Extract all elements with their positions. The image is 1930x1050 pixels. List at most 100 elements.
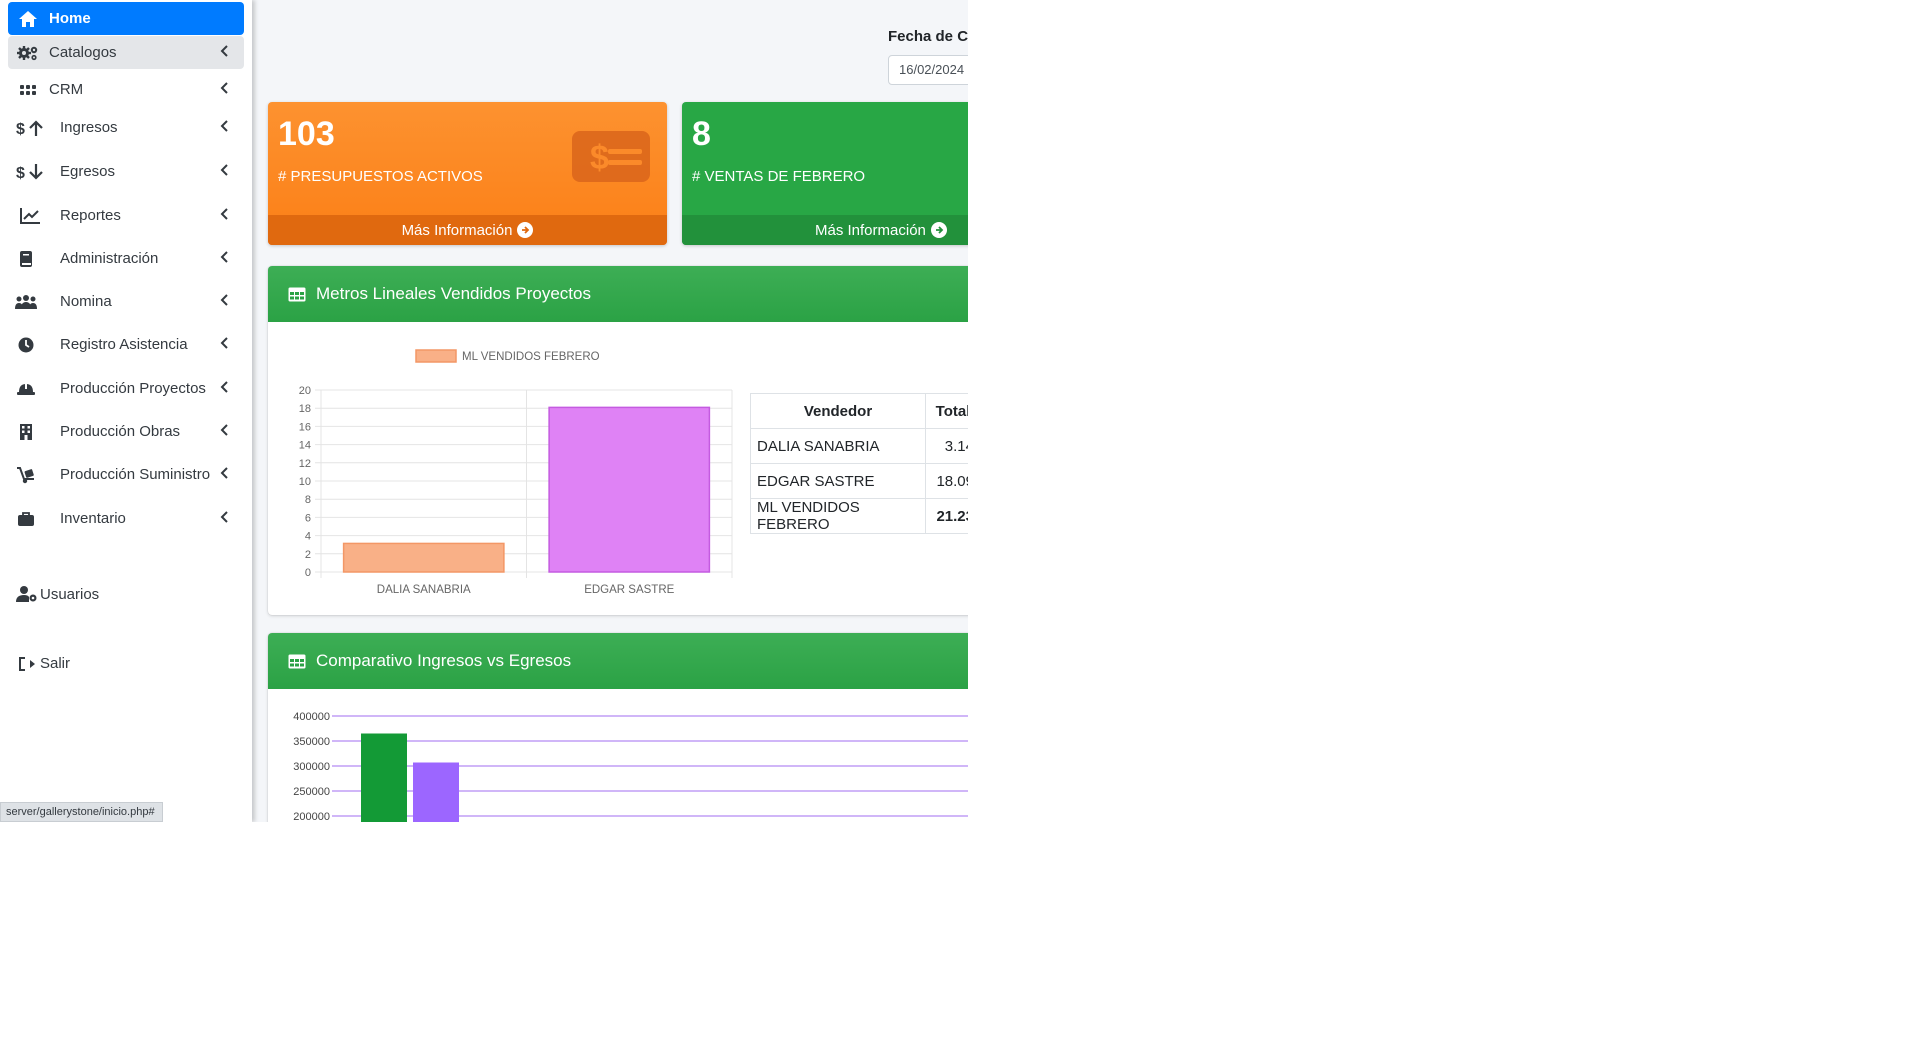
vendor-cell: DALIA SANABRIA — [750, 428, 926, 464]
vendor-cell: EDGAR SASTRE — [750, 463, 926, 499]
money-bill-icon: $ — [572, 131, 650, 182]
status-url: server/gallerystone/inicio.php# — [0, 802, 163, 822]
clock-icon — [14, 335, 38, 355]
ingresos-egresos-chart: 200000 250000 300000 350000 400000 — [293, 711, 968, 822]
ml-vendidos-chart: 0 2 4 6 8 10 12 14 16 18 20 DALIA SANABRIA EDGAR SAS… — [299, 349, 733, 596]
y-tick-label: 350000 — [293, 736, 330, 748]
box-number: 103 — [278, 115, 335, 153]
chevron-left-icon — [220, 82, 228, 94]
ventas-table: Vendedor Total DALIA SANABRIA 3.14 EDGAR… — [750, 393, 968, 534]
vendor-cell: ML VENDIDOS FEBRERO — [750, 498, 926, 534]
sidebar-item-label: Administración — [60, 250, 159, 267]
sidebar-item-label: Ingresos — [60, 119, 118, 136]
bar — [361, 733, 407, 822]
sidebar-item-produccion-obras[interactable]: Producción Obras — [8, 415, 244, 448]
date-label: Fecha de Co — [888, 28, 968, 45]
sidebar-item-label: Nomina — [60, 293, 112, 310]
chevron-left-icon — [220, 467, 228, 479]
box-number: 8 — [692, 115, 711, 153]
y-tick-label: 8 — [305, 494, 311, 506]
sidebar-item-inventario[interactable]: Inventario — [8, 502, 244, 535]
sidebar-item-egresos[interactable]: $ Egresos — [8, 155, 244, 188]
table-header: Total — [925, 393, 968, 429]
y-tick-label: 14 — [299, 440, 311, 452]
y-tick-label: 16 — [299, 421, 311, 433]
box-text: # VENTAS DE FEBRERO — [692, 168, 866, 185]
sidebar-item-label: Home — [49, 10, 91, 27]
chevron-left-icon — [220, 424, 228, 436]
y-tick-label: 2 — [305, 549, 311, 561]
metros-lineales-card: Metros Lineales Vendidos Proyectos 0 2 4 6 8… — [268, 266, 968, 615]
sidebar-item-label: Reportes — [60, 207, 121, 224]
comparativo-card: Comparativo Ingresos vs Egresos 200000 25… — [268, 633, 968, 822]
table-icon — [288, 287, 306, 302]
svg-text:$: $ — [16, 165, 25, 182]
bar — [342, 542, 505, 573]
cogs-icon — [16, 43, 40, 63]
chevron-left-icon — [220, 120, 228, 132]
card-header: Metros Lineales Vendidos Proyectos — [268, 266, 968, 322]
table-row: DALIA SANABRIA 3.14 — [750, 428, 968, 464]
briefcase-icon — [14, 509, 38, 529]
footer-label: Más Información — [815, 221, 926, 239]
mas-informacion-link[interactable]: Más Información — [268, 215, 667, 245]
user-cog-icon — [16, 586, 37, 602]
salir-link[interactable]: Salir — [18, 655, 70, 672]
sidebar-item-home[interactable]: Home — [8, 2, 244, 35]
chevron-left-icon — [220, 164, 228, 176]
card-title: Comparativo Ingresos vs Egresos — [316, 651, 572, 670]
table-row: ML VENDIDOS FEBRERO 21.23 — [750, 498, 968, 534]
y-tick-label: 300000 — [293, 761, 330, 773]
box-text: # PRESUPUESTOS ACTIVOS — [278, 168, 483, 185]
sidebar-item-administracion[interactable]: Administración — [8, 242, 244, 275]
y-tick-label: 400000 — [293, 711, 330, 723]
bar — [548, 406, 711, 573]
date-input[interactable]: 16/02/2024 — [888, 55, 968, 85]
building-icon — [14, 422, 38, 442]
arrow-circle-right-icon — [517, 222, 534, 238]
sidebar-item-label: Catalogos — [49, 44, 117, 61]
usuarios-link[interactable]: Usuarios — [16, 585, 99, 603]
sidebar-item-produccion-suministro[interactable]: Producción Suministro — [8, 458, 244, 491]
presupuestos-box: 103 # PRESUPUESTOS ACTIVOS $ Más Informa… — [268, 102, 667, 245]
chevron-left-icon — [220, 294, 228, 306]
chevron-left-icon — [220, 208, 228, 220]
sidebar-item-label: Producción Proyectos — [60, 380, 206, 397]
table-icon — [288, 654, 306, 669]
y-tick-label: 200000 — [293, 811, 330, 822]
sidebar-item-registro-asistencia[interactable]: Registro Asistencia — [8, 328, 244, 361]
sidebar-item-label: Inventario — [60, 510, 126, 527]
y-tick-label: 10 — [299, 476, 311, 488]
dollar-arrow-down-icon: $ — [15, 162, 45, 182]
sidebar-item-crm[interactable]: CRM — [8, 73, 244, 106]
table-header: Vendedor — [750, 393, 926, 429]
grip-icon — [16, 80, 40, 100]
y-tick-label: 0 — [305, 567, 311, 579]
svg-text:$: $ — [16, 121, 25, 138]
sidebar-item-catalogos[interactable]: Catalogos — [8, 36, 244, 69]
chevron-left-icon — [220, 45, 228, 57]
sign-out-icon — [19, 656, 35, 671]
sidebar-item-label: Producción Suministro — [60, 466, 211, 483]
y-tick-label: 6 — [305, 512, 311, 524]
dolly-icon — [14, 465, 38, 485]
sidebar-item-nomina[interactable]: Nomina — [8, 285, 244, 318]
svg-text:$: $ — [590, 139, 609, 177]
sidebar-item-produccion-proyectos[interactable]: Producción Proyectos — [8, 372, 244, 405]
sidebar-item-reportes[interactable]: Reportes — [8, 199, 244, 232]
sidebar: Home Catalogos CRM $ Ingresos $ Egresos … — [0, 0, 252, 822]
total-cell: 21.23 — [925, 498, 968, 534]
sidebar-item-ingresos[interactable]: $ Ingresos — [8, 111, 244, 144]
y-tick-label: 12 — [299, 458, 311, 470]
viewport: Fecha de Co 16/02/2024 103 # PRESUPUESTO… — [0, 0, 968, 822]
dollar-arrow-up-icon: $ — [15, 118, 45, 138]
y-tick-label: 250000 — [293, 786, 330, 798]
chevron-left-icon — [220, 381, 228, 393]
total-cell: 18.09 — [925, 463, 968, 499]
chevron-left-icon — [220, 251, 228, 263]
hard-hat-icon — [14, 379, 38, 399]
x-tick-label: EDGAR SASTRE — [584, 584, 674, 596]
mas-informacion-link[interactable]: Más Información — [682, 215, 968, 245]
chevron-left-icon — [220, 337, 228, 349]
y-tick-label: 4 — [305, 531, 311, 543]
